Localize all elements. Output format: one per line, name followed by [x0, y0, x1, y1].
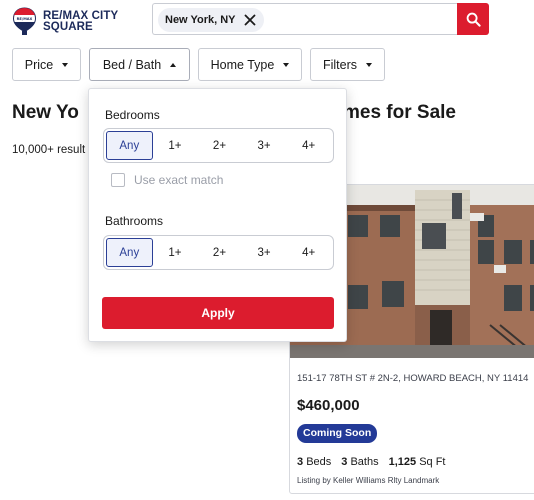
bedrooms-selector: Any 1+ 2+ 3+ 4+	[103, 128, 334, 163]
baths-unit: Baths	[350, 456, 379, 468]
bed-bath-filter-label: Bed / Bath	[102, 57, 162, 72]
bathrooms-option-2[interactable]: 2+	[197, 238, 242, 267]
bedrooms-option-3[interactable]: 3+	[242, 131, 287, 160]
results-count: 10,000+ result	[12, 144, 86, 156]
logo-text: RE/MAX CITY SQUARE	[43, 10, 118, 33]
search-button[interactable]	[457, 3, 489, 35]
remax-logo[interactable]: RE/MAX RE/MAX CITY SQUARE	[12, 7, 118, 37]
listing-specs: 3 Beds 3 Baths 1,125 Sq Ft	[297, 456, 445, 468]
home-type-filter-label: Home Type	[210, 57, 275, 72]
baths-spec: 3 Baths	[341, 456, 378, 468]
filter-bar: Price Bed / Bath Home Type Filters	[12, 48, 385, 81]
sqft-unit: Sq Ft	[419, 456, 446, 468]
more-filters-button[interactable]: Filters	[310, 48, 385, 81]
bed-bath-dropdown: Bedrooms Any 1+ 2+ 3+ 4+ Use exact match…	[88, 88, 347, 342]
beds-value: 3	[297, 456, 304, 468]
bedrooms-option-1[interactable]: 1+	[153, 131, 198, 160]
listing-price: $460,000	[297, 397, 360, 414]
price-filter-label: Price	[24, 57, 54, 72]
bedrooms-option-any[interactable]: Any	[106, 131, 153, 160]
page-title: New Yo	[12, 102, 79, 123]
chevron-down-icon	[366, 62, 373, 67]
exact-match-label: Use exact match	[134, 173, 224, 187]
bedrooms-option-2[interactable]: 2+	[197, 131, 242, 160]
exact-match-row[interactable]: Use exact match	[111, 173, 223, 187]
home-type-filter-button[interactable]: Home Type	[198, 48, 302, 81]
sqft-spec: 1,125 Sq Ft	[389, 456, 446, 468]
page-title-continued: mes for Sale	[343, 102, 456, 123]
logo-line-2: SQUARE	[43, 21, 93, 33]
bedrooms-label: Bedrooms	[105, 108, 160, 122]
status-badge: Coming Soon	[297, 424, 378, 443]
close-icon[interactable]	[244, 14, 256, 26]
apply-button[interactable]: Apply	[102, 297, 334, 329]
beds-spec: 3 Beds	[297, 456, 331, 468]
svg-text:RE/MAX: RE/MAX	[17, 17, 33, 21]
sqft-value: 1,125	[388, 456, 417, 468]
location-chip-label: New York, NY	[165, 14, 236, 26]
more-filters-label: Filters	[322, 57, 358, 72]
beds-unit: Beds	[306, 456, 332, 468]
location-chip[interactable]: New York, NY	[158, 8, 264, 32]
chevron-up-icon	[170, 62, 177, 67]
bedrooms-option-4[interactable]: 4+	[286, 131, 331, 160]
bed-bath-filter-button[interactable]: Bed / Bath	[89, 48, 190, 81]
listing-address[interactable]: 151-17 78TH ST # 2N-2, HOWARD BEACH, NY …	[297, 373, 528, 384]
bathrooms-label: Bathrooms	[105, 214, 164, 228]
balloon-logo-icon: RE/MAX	[12, 7, 37, 35]
bathrooms-option-3[interactable]: 3+	[242, 238, 287, 267]
search-icon	[466, 12, 481, 27]
page: RE/MAX RE/MAX CITY SQUARE New York, NY P…	[0, 0, 534, 500]
listing-agent: Listing by Keller Williams Rlty Landmark	[297, 476, 440, 485]
chevron-down-icon	[62, 62, 69, 67]
bathrooms-option-1[interactable]: 1+	[153, 238, 198, 267]
exact-match-checkbox[interactable]	[111, 173, 125, 187]
bathrooms-option-4[interactable]: 4+	[286, 238, 331, 267]
bathrooms-option-any[interactable]: Any	[106, 238, 153, 267]
price-filter-button[interactable]: Price	[12, 48, 81, 81]
location-search-input[interactable]: New York, NY	[152, 3, 457, 35]
baths-value: 3	[341, 456, 348, 468]
bathrooms-selector: Any 1+ 2+ 3+ 4+	[103, 235, 334, 270]
chevron-down-icon	[283, 62, 290, 67]
